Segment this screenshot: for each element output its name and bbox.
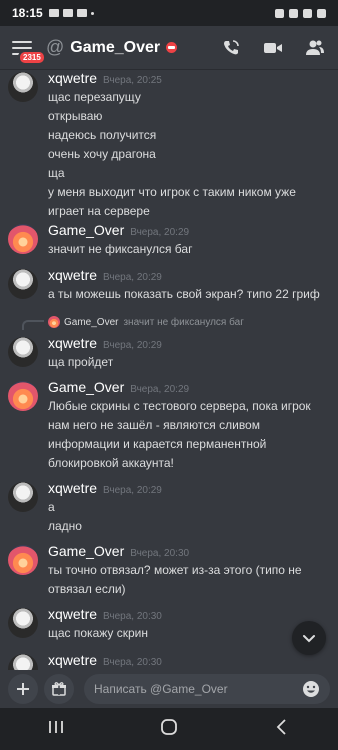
members-icon[interactable]: [304, 37, 326, 59]
video-call-icon[interactable]: [262, 37, 284, 59]
message-text: а ты можешь показать свой экран? типо 22…: [48, 287, 320, 301]
avatar[interactable]: [8, 224, 38, 254]
page-title: Game_Over: [70, 38, 161, 56]
notification-icons: [48, 9, 94, 17]
message-text: очень хочу драгона: [48, 147, 156, 161]
emoji-icon[interactable]: [302, 680, 320, 698]
reply-connector: [22, 320, 44, 330]
home-icon[interactable]: [159, 717, 179, 742]
message-timestamp: Вчера, 20:30: [130, 548, 190, 559]
message-timestamp: Вчера, 20:29: [130, 384, 190, 395]
menu-button[interactable]: 2315: [12, 39, 46, 65]
message-composer: Написать @Game_Over: [0, 670, 338, 708]
message-text: надеюсь получится: [48, 128, 157, 142]
message-timestamp: Вчера, 20:25: [103, 75, 162, 86]
message-author[interactable]: xqwetre: [48, 335, 97, 351]
channel-header: 2315 @ Game_Over: [0, 26, 338, 70]
add-attachment-button[interactable]: [8, 674, 38, 704]
message-text: информации и карается перманентной: [48, 437, 267, 451]
message-text: ладно: [48, 519, 82, 533]
plus-icon: [17, 683, 29, 695]
message-input-placeholder: Написать @Game_Over: [94, 682, 228, 696]
avatar[interactable]: [8, 72, 38, 102]
message-author[interactable]: xqwetre: [48, 480, 97, 496]
message-text: а: [48, 500, 55, 514]
back-icon[interactable]: [272, 717, 292, 742]
reply-author: Game_Over: [64, 316, 119, 328]
gift-icon: [52, 682, 66, 696]
scroll-to-bottom-button[interactable]: [292, 621, 326, 655]
message-author[interactable]: xqwetre: [48, 267, 97, 283]
message-text: отвязал если): [48, 582, 126, 596]
at-icon: @: [46, 37, 65, 57]
dnd-status-icon: [166, 42, 178, 53]
avatar[interactable]: [8, 654, 38, 670]
message-text: ща пройдет: [48, 355, 114, 369]
message-text: Любые скрины с тестового сервера, пока и…: [48, 399, 311, 413]
avatar[interactable]: [8, 337, 38, 367]
chevron-down-icon: [303, 635, 315, 643]
system-icons: [275, 8, 326, 18]
message-text: значит не фиксанулся баг: [48, 242, 193, 256]
message-timestamp: Вчера, 20:29: [130, 227, 190, 238]
system-nav-bar: [0, 708, 338, 750]
message-text: щас перезапущу: [48, 90, 141, 104]
message-list: xqwetre Вчера, 20:25 щас перезапущу откры…: [0, 70, 338, 670]
message-author[interactable]: xqwetre: [48, 652, 97, 668]
message-input[interactable]: Написать @Game_Over: [84, 674, 330, 704]
status-bar: 18:15: [0, 0, 338, 26]
reply-reference[interactable]: Game_Over значит не фиксанулся баг: [48, 316, 244, 328]
message-author[interactable]: xqwetre: [48, 70, 97, 86]
message-author[interactable]: Game_Over: [48, 379, 124, 395]
message-timestamp: Вчера, 20:29: [103, 485, 162, 496]
message-timestamp: Вчера, 20:29: [103, 272, 162, 283]
message-timestamp: Вчера, 20:30: [103, 657, 162, 668]
avatar[interactable]: [8, 381, 38, 411]
recent-apps-icon[interactable]: [46, 718, 66, 741]
voice-call-icon[interactable]: [220, 37, 242, 59]
gift-button[interactable]: [44, 674, 74, 704]
message-timestamp: Вчера, 20:29: [103, 340, 162, 351]
mention-badge: 2315: [18, 49, 46, 65]
message-text: щас покажу скрин: [48, 626, 148, 640]
avatar[interactable]: [8, 269, 38, 299]
message-text: ща: [48, 166, 65, 180]
reply-avatar: [48, 316, 60, 328]
avatar[interactable]: [8, 482, 38, 512]
message-text: ты точно отвязал? может из-за этого (тип…: [48, 563, 302, 577]
message-author[interactable]: xqwetre: [48, 606, 97, 622]
message-text: у меня выходит что игрок с таким ником у…: [48, 185, 296, 199]
message-author[interactable]: Game_Over: [48, 543, 124, 559]
avatar[interactable]: [8, 545, 38, 575]
status-time: 18:15: [12, 6, 43, 20]
reply-text: значит не фиксанулся баг: [123, 316, 244, 328]
message-timestamp: Вчера, 20:30: [103, 611, 162, 622]
message-text: играет на сервере: [48, 204, 150, 218]
avatar[interactable]: [8, 608, 38, 638]
message-text: нам него не зашёл - являются сливом: [48, 418, 260, 432]
message-text: открываю: [48, 109, 103, 123]
message-author[interactable]: Game_Over: [48, 222, 124, 238]
message-text: блокировкой аккаунта!: [48, 456, 174, 470]
